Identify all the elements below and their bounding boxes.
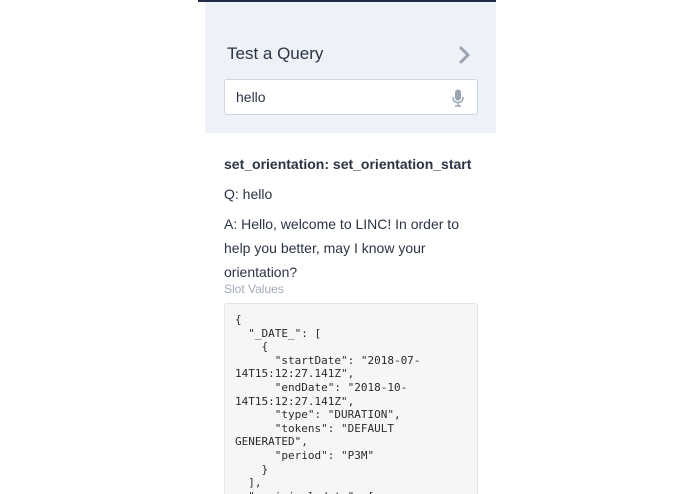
query-header: Test a Query xyxy=(205,2,496,133)
intent-name: set_orientation: set_orientation_start xyxy=(224,156,472,172)
slot-values-box: { "_DATE_": [ { "startDate": "2018-07- 1… xyxy=(224,303,478,494)
query-title: Test a Query xyxy=(227,44,324,63)
microphone-icon[interactable] xyxy=(452,89,464,107)
bot-answer: A: Hello, welcome to LINC! In order to h… xyxy=(224,216,459,280)
slot-values-label: Slot Values xyxy=(224,282,284,296)
query-input-box[interactable] xyxy=(224,79,478,115)
chevron-right-icon[interactable] xyxy=(457,46,473,64)
slot-values-json: { "_DATE_": [ { "startDate": "2018-07- 1… xyxy=(235,313,421,494)
query-question: Q: hello xyxy=(224,186,273,202)
query-input[interactable] xyxy=(236,80,441,114)
test-query-panel: Test a Query set_orientation: set_orient… xyxy=(198,0,496,494)
